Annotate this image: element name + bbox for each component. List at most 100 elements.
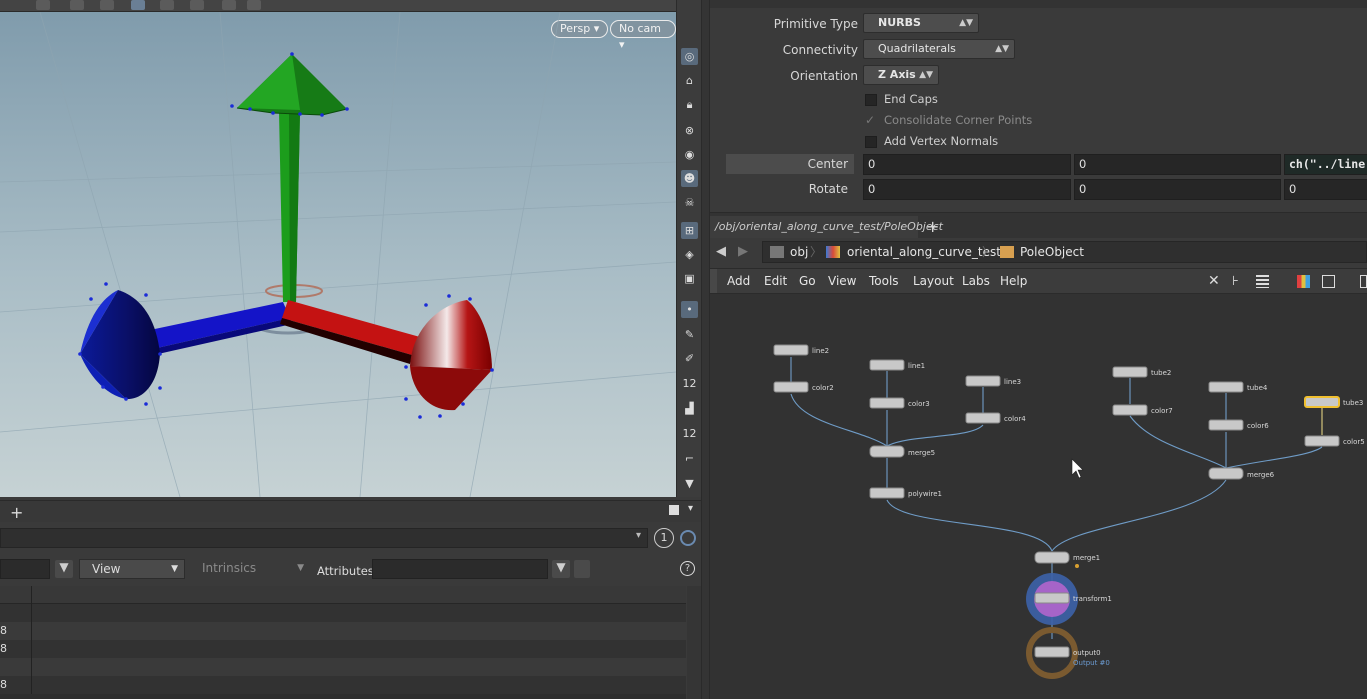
forward-arrow-icon[interactable]: ▶ (738, 244, 748, 259)
ghost-icon[interactable]: ☻ (681, 170, 698, 187)
node-color2[interactable]: color2 (773, 381, 834, 393)
node-line2[interactable]: line2 (773, 344, 829, 356)
color-palette-icon[interactable] (1297, 275, 1310, 288)
intrinsics-select[interactable]: Intrinsics ▼ (190, 559, 310, 579)
handle-icon[interactable] (222, 0, 236, 10)
primitive-type-menu[interactable]: NURBS ▲▼ (863, 13, 979, 33)
down-arrow-icon[interactable]: ▼ (681, 475, 698, 492)
point-icon[interactable]: • (681, 301, 698, 318)
render-icon[interactable]: ▣ (681, 270, 698, 287)
node-line1[interactable]: line1 (869, 359, 925, 371)
crumb-subnet[interactable]: oriental_along_curve_test (847, 242, 1001, 262)
node-graph[interactable]: line2 color2 line1 color3 line3 color4 m… (710, 294, 1367, 699)
chart-icon[interactable]: ⌐ (681, 450, 698, 467)
node-tube3[interactable]: tube3 (1304, 396, 1363, 408)
table-row[interactable]: 8 (0, 676, 686, 694)
table-scrollbar[interactable] (687, 586, 701, 699)
camera-icon[interactable]: ◈ (681, 246, 698, 263)
table-row[interactable] (0, 658, 686, 676)
node-color4[interactable]: color4 (965, 412, 1026, 424)
node-transform1[interactable]: transform1 (1034, 592, 1112, 604)
brush-icon[interactable]: ✎ (681, 326, 698, 343)
menu-edit[interactable]: Edit (764, 274, 787, 288)
add-tab-button[interactable]: + (10, 503, 23, 522)
node-tube4[interactable]: tube4 (1208, 381, 1268, 393)
rotate-y-field[interactable]: 0 (1074, 179, 1281, 200)
scale-icon[interactable] (160, 0, 174, 10)
end-caps-checkbox[interactable] (865, 94, 877, 106)
node-merge5[interactable]: merge5 (869, 445, 935, 458)
skull-icon[interactable]: ☠ (681, 194, 698, 211)
crumb-pole-object[interactable]: PoleObject (1020, 242, 1084, 262)
rotate-z-field[interactable]: 0 (1284, 179, 1367, 200)
rotate-x-field[interactable]: 0 (863, 179, 1071, 200)
vertex-normals-checkbox[interactable] (865, 136, 877, 148)
wrench-icon[interactable]: ✕ (1208, 273, 1220, 289)
node-tube2[interactable]: tube2 (1112, 366, 1171, 378)
scene-viewport[interactable]: Persp ▾ No cam ▾ (0, 0, 676, 497)
guide2-icon[interactable]: 12 (681, 425, 698, 442)
view-select[interactable]: View ▼ (79, 559, 185, 579)
node-polywire1[interactable]: polywire1 (869, 487, 942, 499)
menu-help[interactable]: Help (1000, 274, 1027, 288)
menu-layout[interactable]: Layout (913, 274, 954, 288)
render-icon[interactable] (247, 0, 261, 10)
menu-view[interactable]: View (828, 274, 856, 288)
node-color7[interactable]: color7 (1112, 404, 1173, 416)
panel-menu-icon[interactable]: ▾ (688, 503, 693, 514)
filter-icon[interactable]: ▼ (55, 560, 73, 578)
link-indicator[interactable]: 1 (654, 528, 674, 548)
rotate-icon[interactable] (100, 0, 114, 10)
table-row[interactable]: 8 (0, 640, 686, 658)
menu-add[interactable]: Add (727, 274, 750, 288)
attr-options-icon[interactable] (574, 560, 590, 578)
pane-divider[interactable] (701, 0, 710, 699)
menu-go[interactable]: Go (799, 274, 816, 288)
paint-icon[interactable]: ▟ (681, 400, 698, 417)
snap-icon[interactable]: ⊗ (681, 122, 698, 139)
tab-pole-object[interactable]: /obj/oriental_along_curve_test/PoleObjec… (710, 216, 943, 255)
tree-icon[interactable]: ⊦ (1232, 274, 1239, 289)
center-x-field[interactable]: 0 (863, 154, 1071, 175)
help-icon[interactable]: ? (680, 561, 695, 576)
list-icon[interactable] (1256, 275, 1269, 288)
node-color5[interactable]: color5 (1304, 435, 1365, 447)
visibility-icon[interactable]: ◉ (681, 146, 698, 163)
options-icon[interactable] (1360, 275, 1367, 288)
table-row[interactable]: 8 (0, 622, 686, 640)
pen-icon[interactable]: ✐ (681, 350, 698, 367)
select-icon[interactable] (131, 0, 145, 10)
connectivity-menu[interactable]: Quadrilaterals ▲▼ (863, 39, 1015, 59)
menu-tools[interactable]: Tools (869, 274, 899, 288)
no-icon[interactable] (190, 0, 204, 10)
attributes-field[interactable] (372, 559, 548, 579)
display-icon[interactable]: ⊞ (681, 222, 698, 239)
spreadsheet-table[interactable]: 8 8 8 (0, 586, 686, 699)
maximize-icon[interactable] (669, 505, 679, 515)
move-icon[interactable] (70, 0, 84, 10)
orientation-menu[interactable]: Z Axis ▲▼ (863, 65, 939, 85)
lock-icon[interactable]: 🔒︎ (681, 96, 698, 113)
node-line3[interactable]: line3 (965, 375, 1021, 387)
add-tab-button[interactable]: + (926, 217, 939, 236)
table-row[interactable] (0, 604, 686, 622)
node-merge6[interactable]: merge6 (1208, 467, 1275, 480)
snap-icon[interactable] (36, 0, 50, 10)
back-arrow-icon[interactable]: ◀ (716, 244, 726, 259)
view-icon[interactable]: ◎ (681, 48, 698, 65)
handle-icon[interactable]: ⌂ (681, 72, 698, 89)
grid-icon[interactable] (1322, 275, 1335, 288)
network-canvas[interactable]: line2 color2 line1 color3 line3 color4 m… (710, 294, 1367, 699)
crumb-obj[interactable]: obj (790, 242, 808, 262)
node-path-combo[interactable]: ▾ (0, 528, 648, 548)
attr-filter-icon[interactable]: ▼ (552, 560, 570, 578)
pin-icon[interactable] (680, 530, 696, 546)
filter-field[interactable] (0, 559, 50, 579)
node-merge1[interactable]: merge1 (1034, 551, 1100, 568)
node-color6[interactable]: color6 (1208, 419, 1269, 431)
center-y-field[interactable]: 0 (1074, 154, 1281, 175)
guide-icon[interactable]: 12 (681, 375, 698, 392)
menu-labs[interactable]: Labs (962, 274, 990, 288)
strip-handle[interactable] (710, 269, 717, 293)
node-color3[interactable]: color3 (869, 397, 930, 409)
